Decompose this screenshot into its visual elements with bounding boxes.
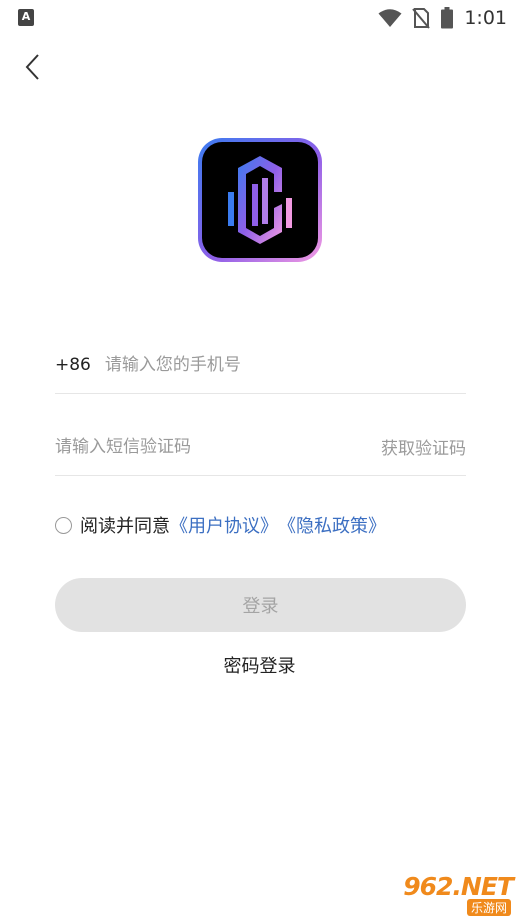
back-button[interactable]: [18, 50, 48, 84]
agreement-row: 阅读并同意 《用户协议》 《隐私政策》: [55, 510, 386, 540]
country-code[interactable]: +86: [55, 355, 91, 375]
watermark-sub: 乐游网: [466, 899, 511, 916]
sms-code-input[interactable]: [55, 426, 381, 467]
watermark-logo: 962.NET 乐游网: [381, 872, 514, 916]
sms-code-row: 获取验证码: [55, 418, 466, 476]
privacy-policy-link[interactable]: 《隐私政策》: [278, 512, 386, 538]
login-button[interactable]: 登录: [55, 578, 466, 632]
app-logo-inner: [202, 142, 318, 258]
no-sim-icon: [412, 8, 431, 29]
watermark-main: 962.NET: [403, 872, 514, 901]
battery-icon: [441, 7, 454, 29]
status-bar: A 1:01: [0, 0, 519, 36]
get-code-button[interactable]: 获取验证码: [381, 434, 466, 459]
status-icons: 1:01: [378, 6, 507, 30]
agreement-checkbox[interactable]: [55, 516, 72, 534]
user-agreement-link[interactable]: 《用户协议》: [170, 512, 278, 538]
app-logo-icon: [228, 156, 292, 244]
phone-input-row: +86: [55, 336, 466, 394]
password-login-link[interactable]: 密码登录: [0, 652, 519, 678]
app-logo: [198, 138, 322, 262]
status-time: 1:01: [464, 7, 507, 29]
phone-input[interactable]: [104, 344, 466, 385]
chevron-left-icon: [25, 54, 39, 80]
agreement-text: 阅读并同意: [80, 516, 170, 537]
notification-app-icon: A: [18, 9, 34, 26]
wifi-icon: [378, 9, 402, 27]
